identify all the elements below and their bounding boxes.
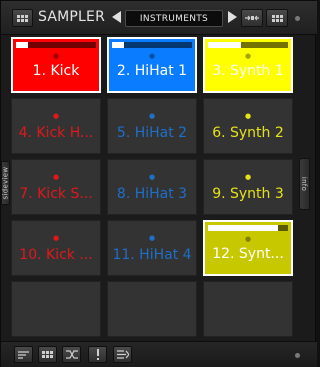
sampler-pad-15[interactable] [203, 281, 293, 337]
sync-arrows-icon [245, 15, 259, 21]
sampler-pad-14[interactable] [107, 281, 197, 337]
pad-label: 4. Kick H... [18, 125, 94, 141]
sampler-pad-5[interactable]: ● 5. HiHat 2 [107, 98, 197, 154]
pad-indicator-icon: ● [52, 234, 60, 242]
layout-button[interactable] [266, 9, 288, 27]
sampler-pad-grid: ● 1. Kick ● 2. HiHat 1 ● 3. Synth 1 ● 4. Kick H… [11, 37, 297, 339]
pad-settings-button[interactable] [14, 346, 33, 363]
pad-indicator-icon: ● [244, 235, 252, 243]
grid-view-button[interactable] [38, 346, 57, 363]
sampler-pad-8[interactable]: ● 8. HiHat 3 [107, 159, 197, 215]
pad-level-bar [208, 225, 278, 231]
pad-level-bar [16, 42, 28, 48]
sideview-tab-label: sidеview [1, 166, 10, 200]
pad-label: 12. Synt... [212, 246, 284, 262]
pad-label: 1. Kick [32, 63, 80, 79]
pad-indicator-icon: ● [148, 234, 156, 242]
pad-label: 3. Synth 1 [212, 63, 284, 79]
pad-indicator-icon: ● [52, 173, 60, 181]
info-tab-label: info [300, 176, 309, 192]
sampler-pad-10[interactable]: ● 10. Kick ... [11, 220, 101, 276]
pad-settings-icon [18, 351, 29, 359]
pad-label: 7. Kick S... [19, 186, 93, 202]
pad-indicator-icon: ● [52, 52, 60, 60]
sampler-pad-11[interactable]: ● 11. HiHat 4 [107, 220, 197, 276]
prev-bank-icon[interactable] [112, 11, 121, 23]
pad-label: 11. HiHat 4 [112, 247, 192, 263]
sampler-title: SAMPLER [38, 9, 106, 25]
pad-indicator-icon: ● [52, 112, 60, 120]
pad-level-track [112, 42, 192, 48]
next-bank-icon[interactable] [228, 11, 237, 23]
sampler-pad-2[interactable]: ● 2. HiHat 1 [107, 37, 197, 93]
sampler-pad-7[interactable]: ● 7. Kick S... [11, 159, 101, 215]
sampler-pad-3[interactable]: ● 3. Synth 1 [203, 37, 293, 93]
sampler-pad-4[interactable]: ● 4. Kick H... [11, 98, 101, 154]
pad-label: 9. Synth 3 [212, 186, 284, 202]
sampler-pad-12[interactable]: ● 12. Synt... [203, 220, 293, 276]
sampler-view-button[interactable] [12, 9, 33, 27]
level-button[interactable] [88, 346, 107, 363]
pad-indicator-icon: ● [148, 173, 156, 181]
sideview-tab[interactable]: sidеview [1, 161, 10, 205]
pad-label: 5. HiHat 2 [116, 125, 188, 141]
sync-button[interactable] [241, 9, 263, 27]
grid-icon [17, 14, 28, 22]
pad-label: 6. Synth 2 [212, 125, 284, 141]
bank-selector[interactable]: INSTRUMENTS [125, 10, 223, 27]
sampler-pad-9[interactable]: ● 9. Synth 3 [203, 159, 293, 215]
sampler-pad-1[interactable]: ● 1. Kick [11, 37, 101, 93]
level-icon [96, 349, 99, 360]
pad-label: 10. Kick ... [19, 247, 93, 263]
list-button[interactable] [113, 346, 132, 363]
grid-icon [271, 14, 283, 22]
sampler-footer [1, 341, 317, 367]
sampler-header: SAMPLER INSTRUMENTS [1, 1, 317, 35]
panel-menu-dot[interactable] [295, 16, 300, 21]
sampler-panel: SAMPLER INSTRUMENTS sidеview info ● 1. Ki… [0, 0, 317, 367]
pad-level-bar [112, 42, 124, 48]
list-icon [116, 350, 129, 359]
shuffle-icon [65, 350, 78, 359]
pad-level-track [16, 42, 96, 48]
pad-indicator-icon: ● [148, 52, 156, 60]
pad-indicator-icon: ● [148, 112, 156, 120]
info-tab[interactable]: info [299, 158, 310, 210]
pad-indicator-icon: ● [244, 173, 252, 181]
grid-view-icon [42, 351, 53, 358]
pad-indicator-icon: ● [244, 112, 252, 120]
pad-label: 2. HiHat 1 [116, 63, 188, 79]
pad-label: 8. HiHat 3 [116, 186, 188, 202]
footer-menu-dot[interactable] [295, 353, 300, 358]
shuffle-button[interactable] [62, 346, 81, 363]
sampler-pad-13[interactable] [11, 281, 101, 337]
pad-indicator-icon: ● [244, 52, 252, 60]
pad-level-bar [208, 42, 241, 48]
sampler-pad-6[interactable]: ● 6. Synth 2 [203, 98, 293, 154]
